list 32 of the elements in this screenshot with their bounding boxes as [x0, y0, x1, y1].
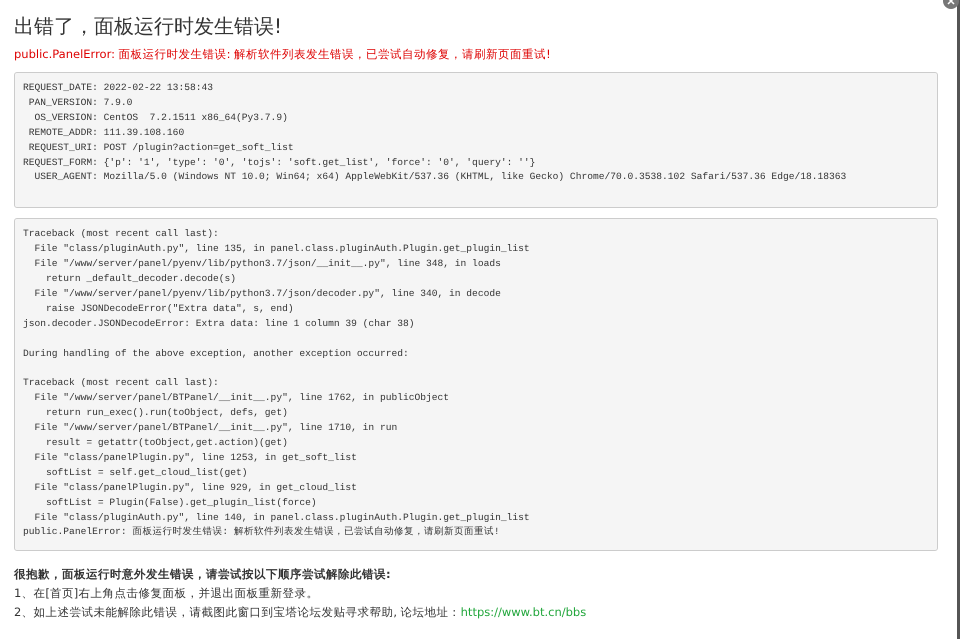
code-line: result = getattr(toObject,get.action)(get): [45, 436, 289, 450]
code-line: raise JSONDecodeError("Extra data", s, end): [45, 302, 295, 316]
code-line: REQUEST_DATE: 2022-02-22 13:58:43: [23, 81, 214, 95]
code-line: File "class/panelPlugin.py", line 929, in get_cloud_list: [34, 480, 358, 495]
code-line: json.decoder.JSONDecodeError: Extra data: line 1 column 39 (char 38): [23, 316, 416, 331]
code-line: REQUEST_URI: POST /plugin?action=get_soft_list: [28, 140, 295, 155]
code-line: return run_exec().run(toObject, defs, get): [45, 406, 289, 420]
code-line: File "class/pluginAuth.py", line 140, in panel.class.pluginAuth.Plugin.get_plugin_list: [34, 510, 531, 525]
code-line: File "/www/server/panel/pyenv/lib/python3.7/json/__init__.py", line 348, in loads: [34, 257, 502, 272]
code-line: Traceback (most recent call last):: [23, 376, 220, 390]
code-line: OS_VERSION: CentOS 7.2.1511 x86_64(Py3.7.9): [34, 110, 289, 125]
help-heading: 很抱歉，面板运行时意外发生错误，请尝试按以下顺序尝试解除此错误:: [14, 566, 392, 584]
forum-link[interactable]: https://www.bt.cn/bbs: [460, 605, 586, 620]
code-line: Traceback (most recent call last):: [23, 227, 220, 242]
code-line: PAN_VERSION: 7.9.0: [28, 96, 134, 110]
code-line: public.PanelError: 面板运行时发生错误: 解析软件列表发生错误，已尝试自动修复，请刷新页面重试!: [23, 525, 501, 540]
code-line: USER_AGENT: Mozilla/5.0 (Windows NT 10.0; Win64; x64) AppleWebKit/537.36 (KHTML, like Gecko) Chrome/70.0.3538.102 Safari/537.36 Edge/18.18363: [34, 170, 848, 184]
code-line: return _default_decoder.decode(s): [45, 272, 238, 286]
code-line: During handling of the above exception, another exception occurred:: [23, 346, 410, 361]
code-line: File "/www/server/panel/BTPanel/__init__.py", line 1762, in publicObject: [34, 391, 450, 406]
code-line: File "class/panelPlugin.py", line 1253, in get_soft_list: [34, 450, 358, 465]
error-title: 出错了，面板运行时发生错误!: [14, 13, 284, 40]
code-line: softList = Plugin(False).get_plugin_list(force): [45, 496, 318, 510]
error-message: public.PanelError: 面板运行时发生错误: 解析软件列表发生错误，已尝试自动修复，请刷新页面重试!: [14, 46, 552, 62]
code-line: File "/www/server/panel/pyenv/lib/python3.7/json/decoder.py", line 340, in decode: [34, 286, 502, 301]
help-step: 2、如上述尝试未能解除此错误，请截图此窗口到宝塔论坛发贴寻求帮助, 论坛地址：: [14, 605, 461, 620]
code-line: File "/www/server/panel/BTPanel/__init__.py", line 1710, in run: [34, 421, 398, 436]
code-line: REMOTE_ADDR: 111.39.108.160: [28, 126, 186, 140]
help-step: 1、在[首页]右上角点击修复面板，并退出面板重新登录。: [14, 586, 318, 600]
code-line: softList = self.get_cloud_list(get): [45, 466, 249, 480]
code-line: REQUEST_FORM: {'p': '1', 'type': '0', 'tojs': 'soft.get_list', 'force': '0', 'query': ''}: [23, 156, 536, 170]
code-line: File "class/pluginAuth.py", line 135, in panel.class.pluginAuth.Plugin.get_plugin_list: [34, 242, 531, 256]
